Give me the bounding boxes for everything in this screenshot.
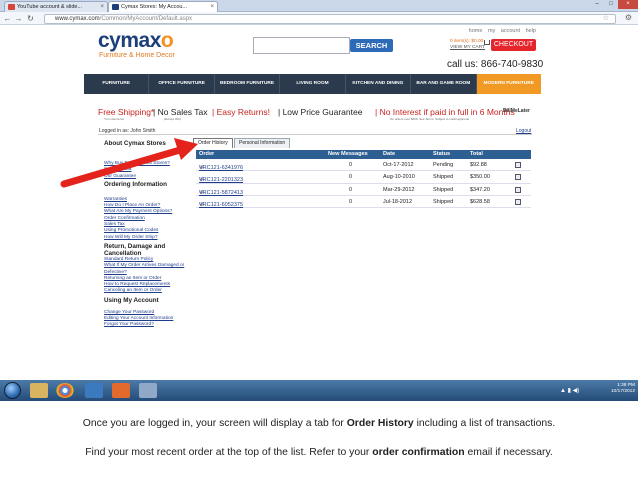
caption-line-1: Once you are logged in, your screen will… [0, 418, 638, 429]
caption-bold: order confirmation [372, 447, 465, 458]
caption-text: email if necessary. [464, 447, 553, 458]
chrome-icon[interactable] [56, 383, 74, 398]
close-tab-icon[interactable]: × [100, 2, 104, 12]
close-tab-icon[interactable]: × [210, 2, 214, 12]
powerpoint-icon[interactable] [112, 383, 130, 398]
close-window-icon[interactable]: × [618, 0, 638, 9]
app-icon[interactable] [139, 383, 157, 398]
system-clock[interactable]: 1:38 PM 10/17/2012 [611, 383, 635, 395]
annotation-arrow [60, 138, 198, 188]
web-page: cymaxo Furniture & Home Decor SEARCH hom… [0, 26, 638, 380]
explorer-icon[interactable] [30, 383, 48, 398]
gmail-icon [8, 4, 15, 10]
skype-icon[interactable] [85, 383, 103, 398]
clock-date: 10/17/2012 [610, 389, 635, 394]
browser-tab-label: YouTube account & slide... [17, 4, 83, 10]
browser-tab-youtube[interactable]: YouTube account & slide... × [4, 1, 108, 12]
tray-icons[interactable]: ▲ ▮ ◀) [560, 387, 579, 394]
caption-line-2: Find your most recent order at the top o… [0, 447, 638, 458]
screenshot-slide: YouTube account & slide... × Cymax Store… [0, 0, 638, 479]
browser-tab-label: Cymax Stores: My Accou... [121, 4, 188, 10]
cymax-favicon-icon [112, 4, 119, 10]
windows-taskbar: ▲ ▮ ◀) 1:38 PM 10/17/2012 [0, 380, 638, 401]
wrench-icon[interactable]: ⚙ [625, 13, 632, 22]
caption-text: including a list of transactions. [413, 418, 556, 429]
bookmark-star-icon[interactable]: ☆ [603, 15, 609, 23]
reload-icon[interactable]: ↻ [26, 14, 35, 23]
caption-bold: Order History [346, 418, 414, 429]
window-controls: – □ × [590, 0, 638, 10]
browser-tab-cymax[interactable]: Cymax Stores: My Accou... × [108, 1, 218, 12]
arrow-shaft [60, 146, 184, 188]
back-icon[interactable]: ← [3, 14, 12, 23]
maximize-icon[interactable]: □ [604, 0, 618, 9]
url-path: /Common/MyAccount/Default.aspx [99, 16, 193, 22]
url-host: www.cymax.com [55, 16, 100, 22]
browser-toolbar: ← → ↻ www.cymax.com/Common/MyAccount/Def… [0, 12, 638, 25]
browser-tab-bar: YouTube account & slide... × Cymax Store… [0, 0, 638, 12]
minimize-icon[interactable]: – [590, 0, 604, 9]
arrow-head [174, 138, 198, 160]
caption-text: Once you are logged in, your screen will… [82, 418, 347, 429]
start-button-icon[interactable] [4, 382, 21, 399]
caption-text: Find your most recent order at the top o… [85, 447, 373, 458]
forward-icon[interactable]: → [14, 14, 23, 23]
address-bar[interactable]: www.cymax.com/Common/MyAccount/Default.a… [44, 14, 616, 24]
